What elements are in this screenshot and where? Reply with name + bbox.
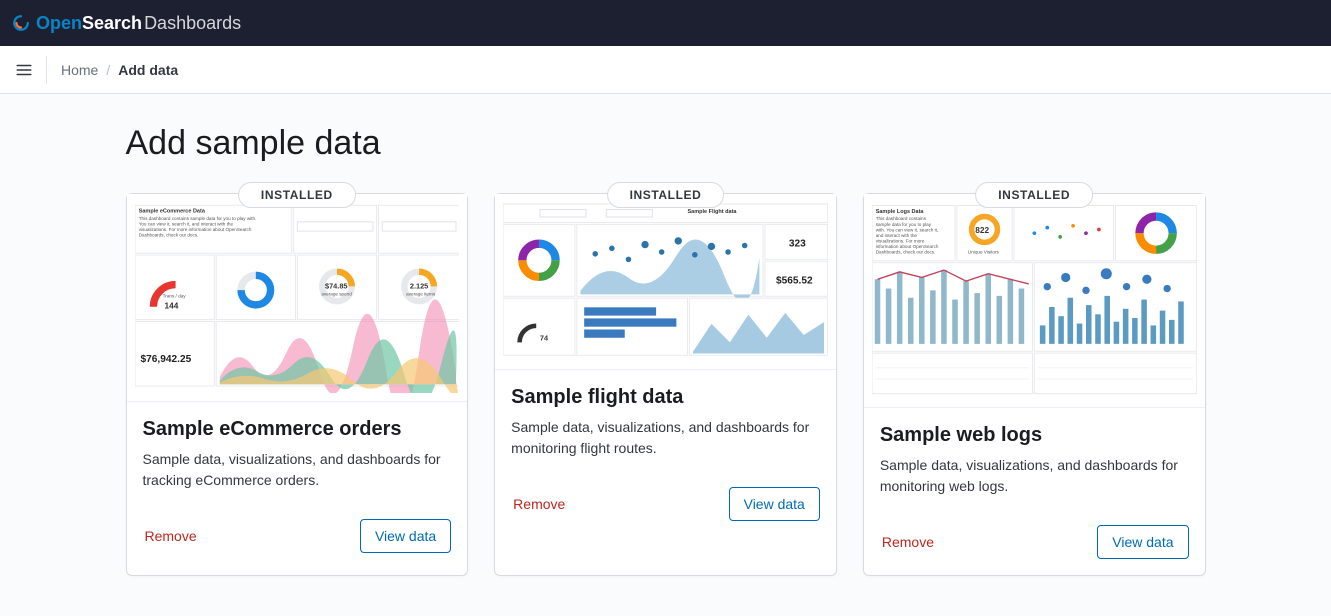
svg-text:sample data for you to play: sample data for you to play — [876, 222, 932, 227]
app-header: OpenSearchDashboards — [0, 0, 1331, 46]
card-weblogs: INSTALLED Sample Logs Data This dashboar… — [863, 193, 1206, 576]
svg-text:Sample eCommerce Data: Sample eCommerce Data — [138, 209, 205, 215]
card-thumbnail: Sample Flight data — [495, 194, 836, 370]
card-ecommerce: INSTALLED Sample eCommerce Data This das… — [126, 193, 469, 576]
svg-text:$76,942.25: $76,942.25 — [140, 354, 191, 365]
svg-text:Dashboards, check our docs.: Dashboards, check our docs. — [138, 233, 198, 238]
svg-text:This dashboard contains: This dashboard contains — [876, 216, 927, 221]
hamburger-icon — [15, 61, 33, 79]
svg-text:Dashboards, check our docs.: Dashboards, check our docs. — [876, 249, 936, 254]
svg-text:2.125: 2.125 — [409, 281, 427, 290]
separator — [46, 56, 47, 84]
breadcrumb-current: Add data — [118, 62, 178, 78]
view-data-button[interactable]: View data — [360, 519, 451, 553]
breadcrumb-separator: / — [106, 62, 110, 78]
svg-text:Sample Flight data: Sample Flight data — [688, 209, 738, 215]
card-thumbnail: Sample Logs Data This dashboard contains… — [864, 194, 1205, 408]
remove-button[interactable]: Remove — [880, 528, 936, 556]
card-flight: INSTALLED Sample Flight data — [494, 193, 837, 576]
breadcrumb-home[interactable]: Home — [61, 62, 98, 78]
svg-text:information about OpenSearch: information about OpenSearch — [876, 244, 939, 249]
svg-text:This dashboard contains sample: This dashboard contains sample data for … — [138, 216, 256, 221]
svg-text:visualizations. For more infor: visualizations. For more information abo… — [138, 227, 251, 232]
svg-text:144: 144 — [164, 301, 178, 311]
svg-text:74: 74 — [540, 334, 549, 343]
svg-text:visualizations. For more: visualizations. For more — [876, 238, 925, 243]
svg-text:$565.52: $565.52 — [776, 275, 813, 286]
svg-text:average spend: average spend — [321, 292, 352, 297]
svg-text:and interact with the: and interact with the — [876, 233, 918, 238]
card-thumbnail: Sample eCommerce Data This dashboard con… — [127, 194, 468, 402]
logo[interactable]: OpenSearchDashboards — [12, 13, 241, 34]
status-badge: INSTALLED — [975, 182, 1093, 208]
svg-text:with. You can view it, search: with. You can view it, search it, — [876, 227, 939, 232]
page-content: Add sample data INSTALLED Sample eCommer… — [0, 94, 1331, 616]
breadcrumb-bar: Home / Add data — [0, 46, 1331, 94]
logo-text: OpenSearchDashboards — [36, 13, 241, 34]
svg-text:822: 822 — [975, 225, 989, 235]
card-description: Sample data, visualizations, and dashboa… — [511, 417, 820, 459]
svg-text:average items: average items — [406, 292, 436, 297]
svg-text:You can view it, search it, an: You can view it, search it, and interact… — [138, 222, 233, 227]
card-title: Sample eCommerce orders — [143, 418, 452, 441]
remove-button[interactable]: Remove — [143, 522, 199, 550]
view-data-button[interactable]: View data — [729, 487, 820, 521]
sample-cards: INSTALLED Sample eCommerce Data This das… — [126, 193, 1206, 576]
page-title: Add sample data — [126, 124, 1206, 163]
card-description: Sample data, visualizations, and dashboa… — [143, 449, 452, 491]
logo-mark-icon — [12, 14, 30, 32]
card-description: Sample data, visualizations, and dashboa… — [880, 455, 1189, 497]
remove-button[interactable]: Remove — [511, 490, 567, 518]
svg-text:323: 323 — [789, 238, 806, 249]
svg-text:Unique Visitors: Unique Visitors — [968, 249, 1000, 254]
view-data-button[interactable]: View data — [1097, 525, 1188, 559]
status-badge: INSTALLED — [607, 182, 725, 208]
svg-text:Trans / day: Trans / day — [162, 294, 186, 299]
status-badge: INSTALLED — [238, 182, 356, 208]
svg-text:Sample Logs Data: Sample Logs Data — [876, 209, 925, 215]
svg-text:$74.85: $74.85 — [325, 281, 348, 290]
nav-toggle-button[interactable] — [12, 58, 36, 82]
card-title: Sample flight data — [511, 386, 820, 409]
card-title: Sample web logs — [880, 424, 1189, 447]
